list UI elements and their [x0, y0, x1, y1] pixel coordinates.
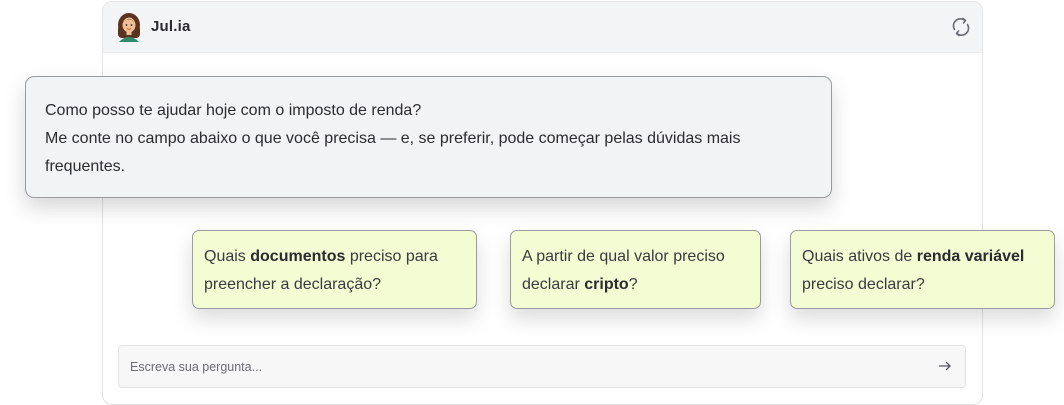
greeting-line-2: Me conte no campo abaixo o que você prec… [45, 130, 741, 175]
chip-bold-text: documentos [250, 248, 346, 265]
greeting-line-1: Como posso te ajudar hoje com o imposto … [45, 102, 422, 119]
page: Jul.ia Como posso te ajudar hoje com [0, 0, 1064, 405]
chip-bold-text: cripto [584, 276, 629, 293]
chip-text: ? [628, 276, 638, 293]
chat-window: Jul.ia [102, 1, 983, 405]
suggestion-chip-documents[interactable]: Quais documentos preciso para preencher … [192, 230, 477, 309]
suggestion-chip-crypto[interactable]: A partir de qual valor preciso declarar … [510, 230, 761, 309]
greeting-message: Como posso te ajudar hoje com o imposto … [25, 76, 832, 198]
question-input-bar [118, 345, 966, 388]
woman-avatar-icon [115, 12, 143, 42]
arrow-right-icon[interactable] [937, 358, 953, 374]
chip-text: preciso declarar? [802, 276, 925, 293]
suggestion-chip-variable-income[interactable]: Quais ativos de renda variável preciso d… [790, 230, 1055, 309]
chip-text: Quais ativos de [802, 248, 917, 265]
question-input[interactable] [119, 346, 930, 387]
chip-bold-text: renda variável [916, 248, 1025, 265]
chip-text: Quais [204, 248, 251, 265]
refresh-icon[interactable] [950, 16, 972, 38]
chat-header: Jul.ia [103, 2, 982, 53]
bot-name: Jul.ia [151, 18, 191, 35]
